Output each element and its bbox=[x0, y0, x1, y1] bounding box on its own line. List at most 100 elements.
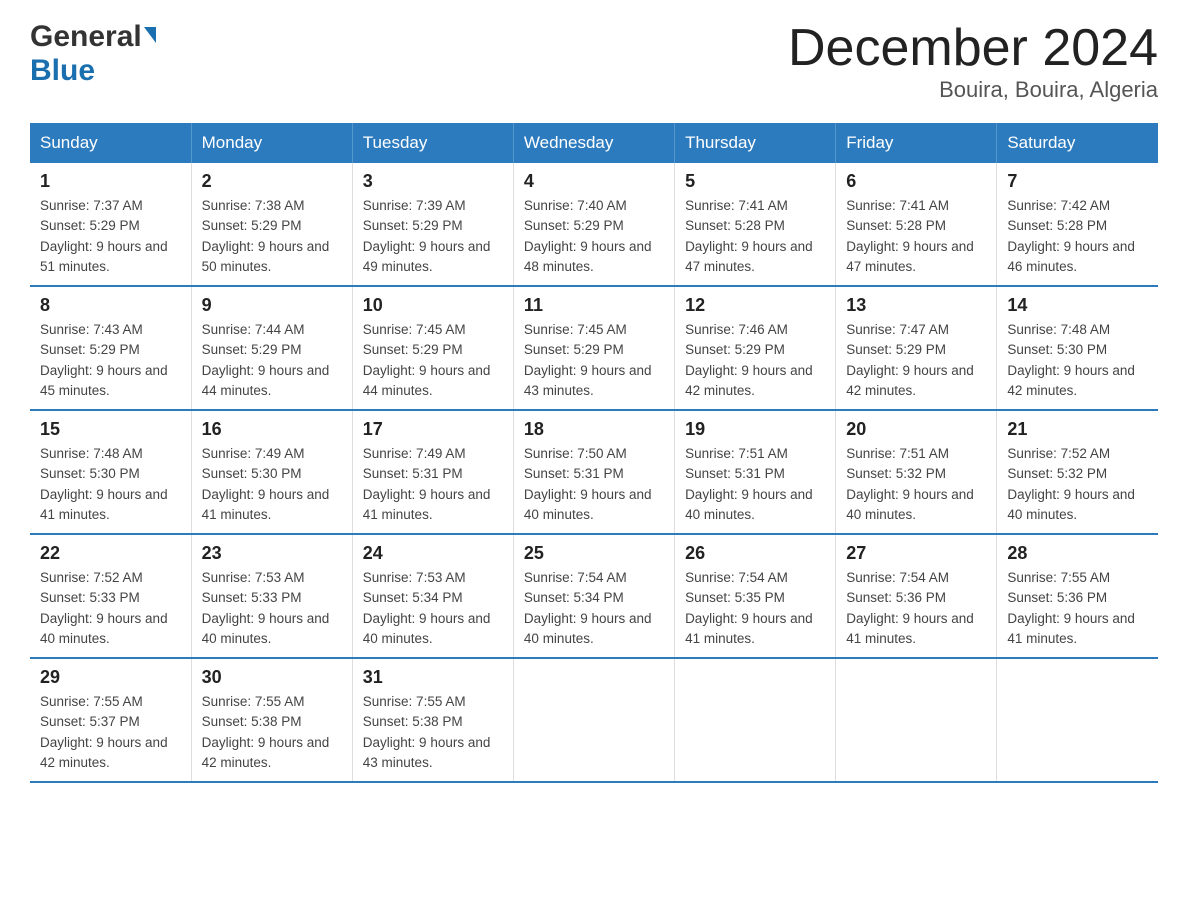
weekday-header-saturday: Saturday bbox=[997, 123, 1158, 163]
day-number: 3 bbox=[363, 171, 503, 192]
day-info: Sunrise: 7:51 AMSunset: 5:32 PMDaylight:… bbox=[846, 446, 974, 522]
calendar-day-cell: 11 Sunrise: 7:45 AMSunset: 5:29 PMDaylig… bbox=[513, 286, 674, 410]
day-info: Sunrise: 7:51 AMSunset: 5:31 PMDaylight:… bbox=[685, 446, 813, 522]
day-number: 4 bbox=[524, 171, 664, 192]
calendar-week-row: 29 Sunrise: 7:55 AMSunset: 5:37 PMDaylig… bbox=[30, 658, 1158, 782]
day-number: 19 bbox=[685, 419, 825, 440]
day-number: 15 bbox=[40, 419, 181, 440]
weekday-header-friday: Friday bbox=[836, 123, 997, 163]
calendar-week-row: 15 Sunrise: 7:48 AMSunset: 5:30 PMDaylig… bbox=[30, 410, 1158, 534]
day-number: 6 bbox=[846, 171, 986, 192]
day-info: Sunrise: 7:49 AMSunset: 5:31 PMDaylight:… bbox=[363, 446, 491, 522]
calendar-day-cell: 2 Sunrise: 7:38 AMSunset: 5:29 PMDayligh… bbox=[191, 163, 352, 286]
weekday-header-monday: Monday bbox=[191, 123, 352, 163]
day-number: 31 bbox=[363, 667, 503, 688]
calendar-day-cell bbox=[997, 658, 1158, 782]
day-info: Sunrise: 7:54 AMSunset: 5:35 PMDaylight:… bbox=[685, 570, 813, 646]
day-info: Sunrise: 7:38 AMSunset: 5:29 PMDaylight:… bbox=[202, 198, 330, 274]
title-block: December 2024 Bouira, Bouira, Algeria bbox=[788, 20, 1158, 103]
calendar-day-cell: 15 Sunrise: 7:48 AMSunset: 5:30 PMDaylig… bbox=[30, 410, 191, 534]
calendar-table: SundayMondayTuesdayWednesdayThursdayFrid… bbox=[30, 123, 1158, 783]
day-info: Sunrise: 7:55 AMSunset: 5:36 PMDaylight:… bbox=[1007, 570, 1135, 646]
day-info: Sunrise: 7:55 AMSunset: 5:38 PMDaylight:… bbox=[363, 694, 491, 770]
day-info: Sunrise: 7:41 AMSunset: 5:28 PMDaylight:… bbox=[685, 198, 813, 274]
day-info: Sunrise: 7:46 AMSunset: 5:29 PMDaylight:… bbox=[685, 322, 813, 398]
day-info: Sunrise: 7:47 AMSunset: 5:29 PMDaylight:… bbox=[846, 322, 974, 398]
calendar-day-cell: 22 Sunrise: 7:52 AMSunset: 5:33 PMDaylig… bbox=[30, 534, 191, 658]
day-info: Sunrise: 7:43 AMSunset: 5:29 PMDaylight:… bbox=[40, 322, 168, 398]
calendar-day-cell: 26 Sunrise: 7:54 AMSunset: 5:35 PMDaylig… bbox=[675, 534, 836, 658]
day-number: 17 bbox=[363, 419, 503, 440]
day-number: 9 bbox=[202, 295, 342, 316]
day-number: 23 bbox=[202, 543, 342, 564]
calendar-day-cell bbox=[836, 658, 997, 782]
calendar-day-cell: 24 Sunrise: 7:53 AMSunset: 5:34 PMDaylig… bbox=[352, 534, 513, 658]
calendar-day-cell bbox=[675, 658, 836, 782]
calendar-day-cell bbox=[513, 658, 674, 782]
calendar-day-cell: 19 Sunrise: 7:51 AMSunset: 5:31 PMDaylig… bbox=[675, 410, 836, 534]
day-info: Sunrise: 7:44 AMSunset: 5:29 PMDaylight:… bbox=[202, 322, 330, 398]
day-number: 21 bbox=[1007, 419, 1148, 440]
day-info: Sunrise: 7:54 AMSunset: 5:36 PMDaylight:… bbox=[846, 570, 974, 646]
day-info: Sunrise: 7:42 AMSunset: 5:28 PMDaylight:… bbox=[1007, 198, 1135, 274]
calendar-day-cell: 20 Sunrise: 7:51 AMSunset: 5:32 PMDaylig… bbox=[836, 410, 997, 534]
day-number: 5 bbox=[685, 171, 825, 192]
day-number: 30 bbox=[202, 667, 342, 688]
calendar-day-cell: 4 Sunrise: 7:40 AMSunset: 5:29 PMDayligh… bbox=[513, 163, 674, 286]
calendar-day-cell: 17 Sunrise: 7:49 AMSunset: 5:31 PMDaylig… bbox=[352, 410, 513, 534]
day-number: 10 bbox=[363, 295, 503, 316]
calendar-day-cell: 27 Sunrise: 7:54 AMSunset: 5:36 PMDaylig… bbox=[836, 534, 997, 658]
calendar-day-cell: 5 Sunrise: 7:41 AMSunset: 5:28 PMDayligh… bbox=[675, 163, 836, 286]
day-info: Sunrise: 7:55 AMSunset: 5:38 PMDaylight:… bbox=[202, 694, 330, 770]
day-number: 28 bbox=[1007, 543, 1148, 564]
calendar-week-row: 1 Sunrise: 7:37 AMSunset: 5:29 PMDayligh… bbox=[30, 163, 1158, 286]
logo-blue-text: Blue bbox=[30, 54, 95, 88]
calendar-day-cell: 16 Sunrise: 7:49 AMSunset: 5:30 PMDaylig… bbox=[191, 410, 352, 534]
day-info: Sunrise: 7:49 AMSunset: 5:30 PMDaylight:… bbox=[202, 446, 330, 522]
weekday-header-tuesday: Tuesday bbox=[352, 123, 513, 163]
calendar-day-cell: 23 Sunrise: 7:53 AMSunset: 5:33 PMDaylig… bbox=[191, 534, 352, 658]
calendar-day-cell: 29 Sunrise: 7:55 AMSunset: 5:37 PMDaylig… bbox=[30, 658, 191, 782]
day-info: Sunrise: 7:55 AMSunset: 5:37 PMDaylight:… bbox=[40, 694, 168, 770]
day-number: 20 bbox=[846, 419, 986, 440]
weekday-header-wednesday: Wednesday bbox=[513, 123, 674, 163]
day-info: Sunrise: 7:37 AMSunset: 5:29 PMDaylight:… bbox=[40, 198, 168, 274]
calendar-day-cell: 7 Sunrise: 7:42 AMSunset: 5:28 PMDayligh… bbox=[997, 163, 1158, 286]
weekday-header-row: SundayMondayTuesdayWednesdayThursdayFrid… bbox=[30, 123, 1158, 163]
calendar-day-cell: 1 Sunrise: 7:37 AMSunset: 5:29 PMDayligh… bbox=[30, 163, 191, 286]
day-number: 27 bbox=[846, 543, 986, 564]
calendar-day-cell: 6 Sunrise: 7:41 AMSunset: 5:28 PMDayligh… bbox=[836, 163, 997, 286]
calendar-day-cell: 14 Sunrise: 7:48 AMSunset: 5:30 PMDaylig… bbox=[997, 286, 1158, 410]
day-info: Sunrise: 7:54 AMSunset: 5:34 PMDaylight:… bbox=[524, 570, 652, 646]
calendar-day-cell: 30 Sunrise: 7:55 AMSunset: 5:38 PMDaylig… bbox=[191, 658, 352, 782]
page-title: December 2024 bbox=[788, 20, 1158, 77]
logo-triangle-icon bbox=[144, 27, 156, 43]
day-number: 2 bbox=[202, 171, 342, 192]
day-number: 7 bbox=[1007, 171, 1148, 192]
calendar-day-cell: 31 Sunrise: 7:55 AMSunset: 5:38 PMDaylig… bbox=[352, 658, 513, 782]
day-info: Sunrise: 7:39 AMSunset: 5:29 PMDaylight:… bbox=[363, 198, 491, 274]
calendar-week-row: 8 Sunrise: 7:43 AMSunset: 5:29 PMDayligh… bbox=[30, 286, 1158, 410]
page-subtitle: Bouira, Bouira, Algeria bbox=[788, 77, 1158, 103]
day-number: 12 bbox=[685, 295, 825, 316]
calendar-day-cell: 10 Sunrise: 7:45 AMSunset: 5:29 PMDaylig… bbox=[352, 286, 513, 410]
day-info: Sunrise: 7:40 AMSunset: 5:29 PMDaylight:… bbox=[524, 198, 652, 274]
day-info: Sunrise: 7:45 AMSunset: 5:29 PMDaylight:… bbox=[363, 322, 491, 398]
day-number: 13 bbox=[846, 295, 986, 316]
calendar-day-cell: 8 Sunrise: 7:43 AMSunset: 5:29 PMDayligh… bbox=[30, 286, 191, 410]
day-number: 1 bbox=[40, 171, 181, 192]
calendar-day-cell: 25 Sunrise: 7:54 AMSunset: 5:34 PMDaylig… bbox=[513, 534, 674, 658]
day-number: 14 bbox=[1007, 295, 1148, 316]
day-info: Sunrise: 7:52 AMSunset: 5:33 PMDaylight:… bbox=[40, 570, 168, 646]
calendar-day-cell: 13 Sunrise: 7:47 AMSunset: 5:29 PMDaylig… bbox=[836, 286, 997, 410]
day-number: 26 bbox=[685, 543, 825, 564]
day-number: 18 bbox=[524, 419, 664, 440]
calendar-day-cell: 3 Sunrise: 7:39 AMSunset: 5:29 PMDayligh… bbox=[352, 163, 513, 286]
page-header: General Blue December 2024 Bouira, Bouir… bbox=[30, 20, 1158, 103]
day-number: 29 bbox=[40, 667, 181, 688]
day-info: Sunrise: 7:48 AMSunset: 5:30 PMDaylight:… bbox=[1007, 322, 1135, 398]
day-number: 22 bbox=[40, 543, 181, 564]
calendar-day-cell: 21 Sunrise: 7:52 AMSunset: 5:32 PMDaylig… bbox=[997, 410, 1158, 534]
day-info: Sunrise: 7:52 AMSunset: 5:32 PMDaylight:… bbox=[1007, 446, 1135, 522]
weekday-header-sunday: Sunday bbox=[30, 123, 191, 163]
